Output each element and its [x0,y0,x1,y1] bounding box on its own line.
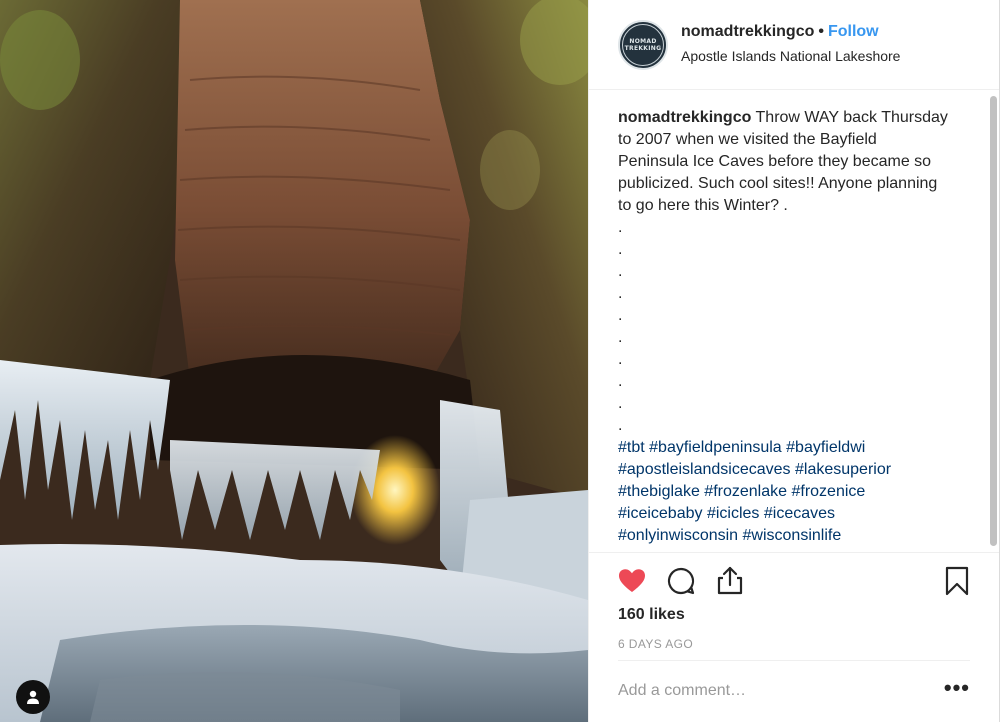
scrollbar-thumb[interactable] [990,96,997,546]
hashtag-link[interactable]: #bayfieldpeninsula [649,439,782,456]
hashtag-link[interactable]: #icecaves [764,505,835,522]
hashtag-line: #apostleislandsicecaves #lakesuperior [618,459,968,481]
hashtag-link[interactable]: #bayfieldwi [786,439,865,456]
likes-count[interactable]: 160 likes [618,606,685,624]
username-row: nomadtrekkingco • Follow [681,23,879,41]
more-options-button[interactable]: ••• [944,677,970,699]
comment-icon [667,567,695,595]
caption-dot: . [618,373,623,390]
hashtag-link[interactable]: #icicles [707,505,759,522]
caption-text: nomadtrekkingco Throw WAY back Thursday [618,109,948,126]
hashtag-link[interactable]: #tbt [618,439,645,456]
hashtag-link[interactable]: #wisconsinlife [743,527,842,544]
hashtag-link[interactable]: #iceicebaby [618,505,703,522]
post-timestamp[interactable]: 6 DAYS AGO [618,637,693,651]
tagged-users-button[interactable] [16,680,50,714]
hashtag-link[interactable]: #lakesuperior [795,461,891,478]
logo-line-2: TREKKING [624,45,662,52]
comment-button[interactable] [665,565,697,597]
hashtag-line: #iceicebaby #icicles #icecaves [618,503,968,525]
user-icon [27,690,39,704]
caption-dot: . [618,395,623,412]
post-photo[interactable] [0,0,588,722]
avatar[interactable]: NOMAD TREKKING [618,20,668,70]
caption-line: publicized. Such cool sites!! Anyone pla… [618,175,938,192]
hashtag-line: #tbt #bayfieldpeninsula #bayfieldwi [618,437,968,459]
comment-bar: ••• [618,660,970,722]
location-link[interactable]: Apostle Islands National Lakeshore [681,48,900,64]
hashtag-link[interactable]: #frozenlake [704,483,787,500]
ice-cave-image [0,0,588,722]
logo-line-1: NOMAD [629,38,657,45]
caption-dot: . [618,307,623,324]
like-button[interactable] [616,565,648,597]
comment-input[interactable] [618,675,918,707]
caption-dot: . [618,417,623,434]
caption: nomadtrekkingco Throw WAY back Thursday … [618,107,968,547]
hashtag-link[interactable]: #frozenice [791,483,865,500]
caption-username[interactable]: nomadtrekkingco [618,109,751,126]
hashtag-block: #tbt #bayfieldpeninsula #bayfieldwi #apo… [618,437,968,547]
caption-dot: . [618,351,623,368]
caption-line: to 2007 when we visited the Bayfield [618,131,877,148]
hashtag-link[interactable]: #onlyinwisconsin [618,527,738,544]
action-bar [589,552,999,612]
caption-dot: . [618,263,623,280]
heart-icon [619,569,645,592]
save-button[interactable] [941,565,973,597]
caption-dot: . [618,285,623,302]
hashtag-link[interactable]: #apostleislandsicecaves [618,461,791,478]
hashtag-link[interactable]: #thebiglake [618,483,700,500]
brand-logo: NOMAD TREKKING [622,24,664,66]
post-header: NOMAD TREKKING nomadtrekkingco • Follow Ap… [589,0,999,90]
caption-line: Throw WAY back Thursday [755,109,948,126]
caption-dot: . [618,329,623,346]
caption-dot: . [618,219,623,236]
hashtag-line: #onlyinwisconsin #wisconsinlife [618,525,968,547]
separator-dot: • [818,23,824,40]
hashtag-line: #thebiglake #frozenlake #frozenice [618,481,968,503]
caption-dot: . [618,241,623,258]
follow-button[interactable]: Follow [828,23,879,40]
post-details-panel: NOMAD TREKKING nomadtrekkingco • Follow Ap… [588,0,999,722]
share-icon [717,566,743,595]
username-link[interactable]: nomadtrekkingco [681,23,814,40]
comments-scroll-area[interactable]: nomadtrekkingco Throw WAY back Thursday … [589,91,999,552]
share-button[interactable] [714,565,746,597]
bookmark-icon [945,566,969,596]
caption-line: to go here this Winter? . [618,197,788,214]
caption-line: Peninsula Ice Caves before they became s… [618,153,932,170]
scrollbar[interactable] [989,96,997,551]
